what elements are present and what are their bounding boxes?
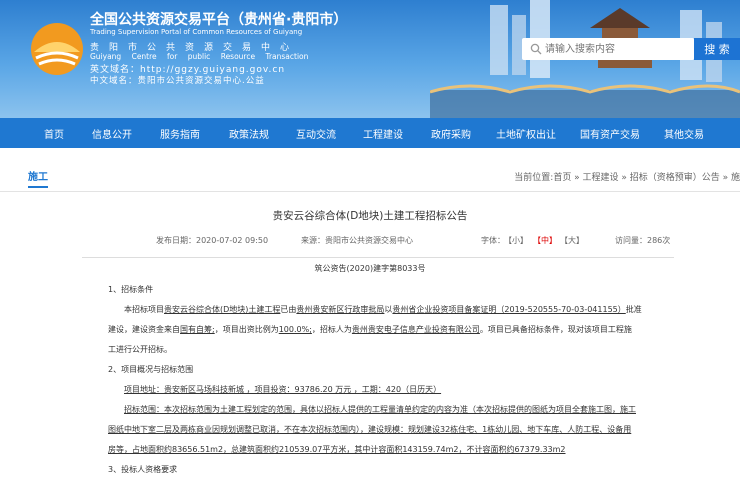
nav-item-info-disclosure[interactable]: 信息公开 xyxy=(80,118,144,148)
view-count: 访问量：286次 xyxy=(615,236,671,245)
breadcrumb-bar: 施工 当前位置:首页 » 工程建设 » 招标（资格预审）公告 » 施 xyxy=(0,148,740,192)
main-nav: 首页 信息公开 服务指南 政策法规 互动交流 工程建设 政府采购 土地矿权出让 … xyxy=(0,118,740,148)
section-tag[interactable]: 施工 xyxy=(28,168,48,188)
scope-line-1: 招标范围：本次招标范围为土建工程划定的范围，具体以招标人提供的工程量清单约定的内… xyxy=(124,405,636,414)
section-1-heading: 1、招标条件 xyxy=(108,285,154,294)
divider xyxy=(82,257,674,258)
search-input[interactable] xyxy=(545,39,690,59)
document-number: 筑公资告(2020)建字第8033号 xyxy=(314,264,426,273)
section-2-heading: 2、项目概况与招标范围 xyxy=(108,365,194,374)
nav-item-other[interactable]: 其他交易 xyxy=(654,118,714,148)
search-icon xyxy=(530,43,542,55)
search-button[interactable]: 搜 索 xyxy=(694,38,740,60)
nav-item-policies[interactable]: 政策法规 xyxy=(216,118,282,148)
site-subtitle-en: Trading Supervision Portal of Common Res… xyxy=(90,28,303,36)
section-1-paragraph-2: 建设，建设资金来自国有自筹;，项目出资比例为100.0%;，招标人为贵州贵安电子… xyxy=(108,325,632,334)
section-1-paragraph-3: 工进行公开招标。 xyxy=(108,345,172,354)
section-1-paragraph-1: 本招标项目贵安云谷综合体(D地块)土建工程已由贵州贵安新区行政审批局以贵州省企业… xyxy=(124,305,642,314)
nav-item-state-assets[interactable]: 国有资产交易 xyxy=(566,118,654,148)
font-medium-button[interactable]: 【中】 xyxy=(533,235,557,246)
nav-item-procurement[interactable]: 政府采购 xyxy=(416,118,486,148)
nav-item-interaction[interactable]: 互动交流 xyxy=(282,118,350,148)
site-logo[interactable] xyxy=(30,22,84,76)
article-body: 1、招标条件 本招标项目贵安云谷综合体(D地块)土建工程已由贵州贵安新区行政审批… xyxy=(108,280,668,480)
nav-item-land-mining[interactable]: 土地矿权出让 xyxy=(486,118,566,148)
nav-item-home[interactable]: 首页 xyxy=(28,118,80,148)
site-title: 全国公共资源交易平台（贵州省·贵阳市） xyxy=(90,12,348,28)
nav-item-service-guide[interactable]: 服务指南 xyxy=(144,118,216,148)
section-3-heading: 3、投标人资格要求 xyxy=(108,465,178,474)
domain-cn: 中文域名：贵阳市公共资源交易中心.公益 xyxy=(90,76,265,86)
article-title: 贵安云谷综合体(D地块)土建工程招标公告 xyxy=(272,210,468,222)
project-overview: 项目地址：贵安新区马场科技新城 ，项目投资：93786.20 万元 ，工期：42… xyxy=(124,385,442,394)
nav-item-construction[interactable]: 工程建设 xyxy=(350,118,416,148)
scope-line-3: 房等，占地面积约83656.51m2，总建筑面积约210539.07平方米，其中… xyxy=(108,445,566,454)
font-large-button[interactable]: 【大】 xyxy=(560,235,584,246)
font-size-label: 字体： xyxy=(481,236,505,245)
header-banner: 全国公共资源交易平台（贵州省·贵阳市） Trading Supervision … xyxy=(0,0,740,118)
breadcrumb[interactable]: 当前位置:首页 » 工程建设 » 招标（资格预审）公告 » 施 xyxy=(514,170,740,183)
org-name-en: Guiyang Centre for public Resource Trans… xyxy=(90,52,309,61)
publish-date: 发布日期：2020-07-02 09:50 xyxy=(156,236,269,245)
article-source: 来源：贵阳市公共资源交易中心 xyxy=(301,236,413,245)
font-small-button[interactable]: 【小】 xyxy=(504,235,528,246)
scope-line-2: 图纸中地下室二层及两栋商业因规划调整已取消，不在本次招标范围内），建设规模：规划… xyxy=(108,425,632,434)
